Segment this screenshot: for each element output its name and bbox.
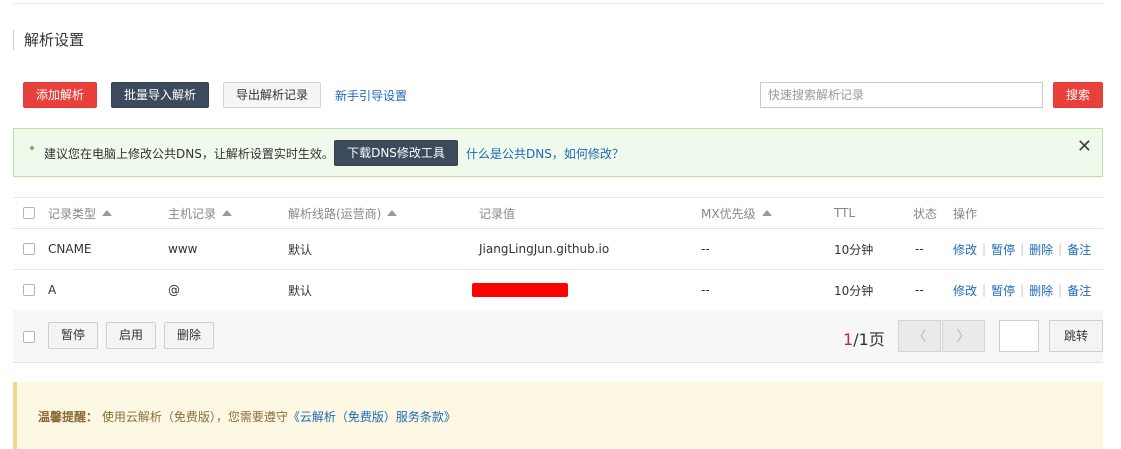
record-line: 默认 <box>288 242 313 257</box>
note-link[interactable]: 备注 <box>1067 241 1091 258</box>
page-info: 1/1页 <box>843 326 885 350</box>
record-value-redacted <box>472 270 568 310</box>
header-host[interactable]: 主机记录 <box>168 198 233 228</box>
header-mx[interactable]: MX优先级 <box>701 198 772 228</box>
table-row: CNAME www 默认 JiangLingJun.github.io -- 1… <box>13 229 1103 270</box>
page-total: /1页 <box>853 330 885 349</box>
guide-settings-link[interactable]: 新手引导设置 <box>335 87 407 104</box>
header-mx-label: MX优先级 <box>701 206 756 221</box>
search-button[interactable]: 搜索 <box>1053 82 1103 108</box>
ops-separator: | <box>1020 242 1025 256</box>
header-status: 状态 <box>913 206 938 221</box>
header-ttl: TTL <box>834 206 856 220</box>
ops-separator: | <box>1058 283 1063 297</box>
ops-separator: | <box>982 283 987 297</box>
record-line: 默认 <box>288 283 313 298</box>
edit-link[interactable]: 修改 <box>953 241 977 258</box>
record-mx: -- <box>701 242 710 256</box>
redaction-mark <box>472 283 568 297</box>
pause-link[interactable]: 暂停 <box>991 282 1015 299</box>
sort-up-icon <box>102 210 113 216</box>
table-row: A @ 默认 -- 10分钟 -- 修改 | 暂停 | 删除 | 备注 <box>13 270 1103 311</box>
footer-select-all-checkbox[interactable] <box>23 310 35 363</box>
close-icon[interactable]: ✕ <box>1077 136 1092 157</box>
record-ttl: 10分钟 <box>834 242 874 257</box>
ops-separator: | <box>982 242 987 256</box>
header-value: 记录值 <box>479 206 516 221</box>
delete-link[interactable]: 删除 <box>1029 241 1053 258</box>
prev-page-button[interactable]: 〈 <box>898 320 941 352</box>
sort-up-icon <box>222 210 233 216</box>
sort-up-icon <box>387 210 398 216</box>
row-checkbox[interactable] <box>23 270 35 310</box>
search-input[interactable] <box>760 82 1043 108</box>
note-link[interactable]: 备注 <box>1067 282 1091 299</box>
reminder-text: 温馨提醒： 使用云解析（免费版），您需要遵守《云解析（免费版）服务条款》 <box>38 408 456 425</box>
record-status: -- <box>915 242 924 256</box>
public-dns-help-link[interactable]: 什么是公共DNS，如何修改？ <box>466 145 624 162</box>
chevron-right-icon: 〉 <box>956 329 971 345</box>
record-ops: 修改 | 暂停 | 删除 | 备注 <box>953 270 1091 310</box>
record-host: www <box>168 242 198 256</box>
export-records-button[interactable]: 导出解析记录 <box>223 82 321 108</box>
table-footer: 暂停 启用 删除 1/1页 〈 〉 跳转 <box>13 310 1103 363</box>
reminder-label: 温馨提醒： <box>38 410 99 424</box>
header-ops: 操作 <box>953 206 978 221</box>
page-title: 解析设置 <box>13 30 84 50</box>
record-status: -- <box>915 283 924 297</box>
row-checkbox[interactable] <box>23 229 35 269</box>
table-header: 记录类型 主机记录 解析线路(运营商) 记录值 MX优先级 TTL 状态 操作 <box>13 197 1103 229</box>
ops-separator: | <box>1058 242 1063 256</box>
header-record-type-label: 记录类型 <box>48 206 97 221</box>
sort-up-icon <box>761 210 772 216</box>
record-mx: -- <box>701 283 710 297</box>
download-dns-tool-button[interactable]: 下载DNS修改工具 <box>334 140 458 166</box>
chevron-left-icon: 〈 <box>912 329 927 345</box>
select-all-checkbox[interactable] <box>23 198 35 228</box>
record-ops: 修改 | 暂停 | 删除 | 备注 <box>953 229 1091 269</box>
edit-link[interactable]: 修改 <box>953 282 977 299</box>
notice-text: 建议您在电脑上修改公共DNS，让解析设置实时生效。 <box>44 147 334 161</box>
reminder-body: 使用云解析（免费版），您需要遵守 <box>98 410 288 424</box>
terms-reminder: 温馨提醒： 使用云解析（免费版），您需要遵守《云解析（免费版）服务条款》 <box>13 382 1103 449</box>
header-record-type[interactable]: 记录类型 <box>48 198 113 228</box>
delete-link[interactable]: 删除 <box>1029 282 1053 299</box>
next-page-button[interactable]: 〉 <box>942 320 985 352</box>
header-line[interactable]: 解析线路(运营商) <box>288 198 398 228</box>
jump-button[interactable]: 跳转 <box>1049 320 1103 352</box>
header-line-label: 解析线路(运营商) <box>288 206 382 221</box>
header-host-label: 主机记录 <box>168 206 217 221</box>
record-type: CNAME <box>48 242 92 256</box>
bulk-delete-button[interactable]: 删除 <box>164 322 214 349</box>
record-type: A <box>48 283 57 297</box>
page-jump-input[interactable] <box>999 320 1039 352</box>
top-divider <box>13 3 1103 4</box>
batch-import-button[interactable]: 批量导入解析 <box>111 82 209 108</box>
record-ttl: 10分钟 <box>834 283 874 298</box>
bulk-enable-button[interactable]: 启用 <box>106 322 156 349</box>
pause-link[interactable]: 暂停 <box>991 241 1015 258</box>
dns-notice-banner: 建议您在电脑上修改公共DNS，让解析设置实时生效。 下载DNS修改工具 什么是公… <box>13 128 1103 177</box>
page-current: 1 <box>843 330 854 349</box>
terms-link[interactable]: 《云解析（免费版）服务条款》 <box>288 410 456 424</box>
record-value: JiangLingJun.github.io <box>479 242 610 256</box>
bullet-dot <box>30 146 34 150</box>
ops-separator: | <box>1020 283 1025 297</box>
record-host: @ <box>168 283 180 297</box>
bulk-pause-button[interactable]: 暂停 <box>48 322 98 349</box>
add-record-button[interactable]: 添加解析 <box>23 82 97 108</box>
